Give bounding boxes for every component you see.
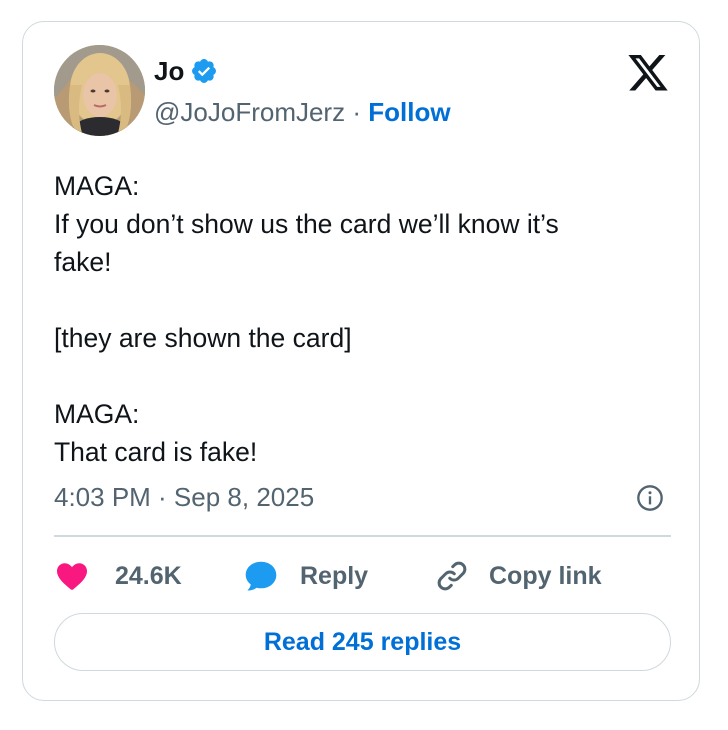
x-logo-icon[interactable]	[626, 55, 670, 95]
like-count: 24.6K	[115, 562, 182, 590]
author-handle-row: @JoJoFromJerz · Follow	[154, 97, 451, 127]
divider	[54, 535, 671, 537]
tweet-text-line: MAGA:	[54, 171, 140, 201]
tweet-text-line: fake!	[54, 247, 112, 277]
tweet-embed-card: Jo @JoJoFromJerz · Follow MAGA: If you d…	[22, 21, 700, 701]
heart-icon	[57, 563, 87, 590]
reply-button[interactable]: Reply	[242, 558, 368, 594]
author-handle[interactable]: @JoJoFromJerz	[154, 97, 345, 127]
tweet-text-line: MAGA:	[54, 399, 140, 429]
verified-badge-icon	[192, 59, 217, 83]
copy-link-label: Copy link	[489, 562, 602, 590]
tweet-text-line: If you don’t show us the card we’ll know…	[54, 209, 559, 239]
tweet-text: MAGA: If you don’t show us the card we’l…	[54, 167, 674, 471]
author-name-row: Jo	[154, 56, 218, 86]
tweet-timestamp[interactable]: 4:03 PM · Sep 8, 2025	[54, 482, 314, 512]
tweet-text-line	[54, 357, 674, 395]
follow-button[interactable]: Follow	[368, 97, 450, 127]
read-replies-button[interactable]: Read 245 replies	[54, 613, 671, 671]
tweet-text-line	[54, 281, 674, 319]
reply-label: Reply	[300, 562, 369, 590]
link-icon	[437, 561, 467, 591]
speech-bubble-icon	[245, 561, 277, 591]
like-button[interactable]: 24.6K	[54, 558, 182, 594]
tweet-text-line: That card is fake!	[54, 437, 258, 467]
avatar[interactable]	[54, 45, 145, 136]
author-name[interactable]: Jo	[154, 56, 184, 86]
tweet-text-line: [they are shown the card]	[54, 323, 352, 353]
info-icon[interactable]	[636, 484, 664, 512]
handle-separator: ·	[352, 97, 361, 127]
copy-link-button[interactable]: Copy link	[434, 558, 602, 594]
